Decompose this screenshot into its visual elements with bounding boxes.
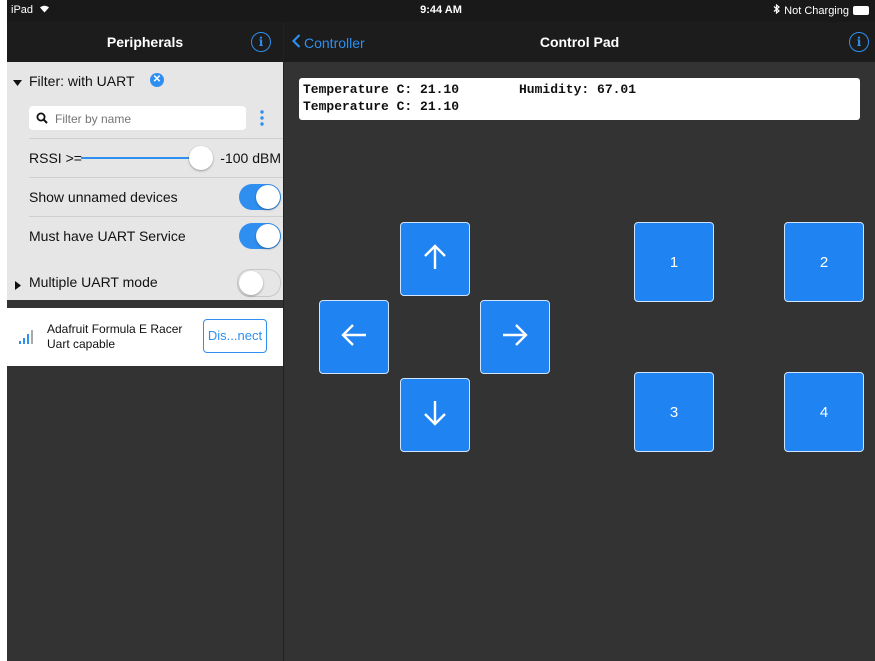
device-subtitle: Uart capable xyxy=(47,337,116,351)
clear-filter-icon[interactable]: ✕ xyxy=(150,73,164,87)
filter-header-label: Filter: with UART xyxy=(29,73,135,89)
arrow-right-icon xyxy=(502,323,528,352)
left-button[interactable] xyxy=(319,300,389,374)
battery-icon xyxy=(853,6,869,15)
more-options-icon[interactable] xyxy=(260,110,264,131)
rssi-label: RSSI >= xyxy=(29,150,82,166)
down-button[interactable] xyxy=(400,378,470,452)
status-right: Not Charging xyxy=(773,3,869,17)
control-pad-navbar: Controller Control Pad i xyxy=(284,22,875,62)
up-button[interactable] xyxy=(400,222,470,296)
multi-uart-label: Multiple UART mode xyxy=(29,274,158,290)
show-unnamed-label: Show unnamed devices xyxy=(29,189,178,205)
search-field[interactable] xyxy=(29,106,246,130)
rssi-slider[interactable] xyxy=(81,146,213,170)
rssi-slider-thumb[interactable] xyxy=(189,146,213,170)
number-button-2[interactable]: 2 xyxy=(784,222,864,302)
bluetooth-icon xyxy=(773,3,781,17)
multi-uart-panel: Multiple UART mode xyxy=(7,264,283,300)
info-icon[interactable]: i xyxy=(849,32,869,52)
ipad-screen: iPad 9:44 AM Not Charging Peripherals i xyxy=(7,0,875,661)
battery-status-text: Not Charging xyxy=(784,4,849,17)
console-line1-humidity: Humidity: 67.01 xyxy=(519,82,637,97)
status-time: 9:44 AM xyxy=(420,4,462,16)
show-unnamed-toggle[interactable] xyxy=(239,184,281,210)
rssi-row: RSSI >= -100 dBM xyxy=(29,138,283,177)
arrow-up-icon xyxy=(423,243,447,275)
peripherals-pane: Peripherals i Filter: with UART ✕ Filter… xyxy=(7,22,284,661)
number-button-1[interactable]: 1 xyxy=(634,222,714,302)
console-line2-temperature: Temperature C: 21.10 xyxy=(303,99,460,114)
disconnect-button[interactable]: Dis...nect xyxy=(203,319,267,353)
status-bar: iPad 9:44 AM Not Charging xyxy=(7,0,875,22)
search-input[interactable] xyxy=(53,109,237,129)
rssi-value: -100 dBM xyxy=(220,150,281,166)
console-line1-temperature: Temperature C: 21.10 xyxy=(303,82,460,97)
filter-panel: Filter: with UART ✕ RSSI >= -100 dBM xyxy=(7,62,283,278)
must-have-uart-toggle[interactable] xyxy=(239,223,281,249)
number-button-4[interactable]: 4 xyxy=(784,372,864,452)
right-button[interactable] xyxy=(480,300,550,374)
uart-console: Temperature C: 21.10 Humidity: 67.01 Tem… xyxy=(299,78,860,120)
device-row[interactable]: Adafruit Formula E Racer Uart capable Di… xyxy=(7,308,283,366)
info-icon[interactable]: i xyxy=(251,32,271,52)
signal-strength-icon xyxy=(19,330,35,349)
must-have-uart-label: Must have UART Service xyxy=(29,228,186,244)
control-pad-pane: Controller Control Pad i Temperature C: … xyxy=(284,22,875,661)
must-have-uart-row: Must have UART Service xyxy=(29,216,283,255)
multi-uart-toggle[interactable] xyxy=(237,269,281,297)
number-button-3[interactable]: 3 xyxy=(634,372,714,452)
arrow-down-icon xyxy=(423,400,447,431)
disclosure-right-icon xyxy=(15,277,21,295)
peripherals-title: Peripherals xyxy=(106,34,184,50)
search-icon xyxy=(36,111,48,129)
peripherals-navbar: Peripherals i xyxy=(7,22,283,62)
disclosure-down-icon xyxy=(13,74,22,90)
filter-header[interactable]: Filter: with UART ✕ xyxy=(7,62,283,100)
arrow-left-icon xyxy=(341,323,367,352)
device-name: Adafruit Formula E Racer xyxy=(47,322,183,336)
control-pad-title: Control Pad xyxy=(539,34,620,50)
show-unnamed-row: Show unnamed devices xyxy=(29,177,283,216)
